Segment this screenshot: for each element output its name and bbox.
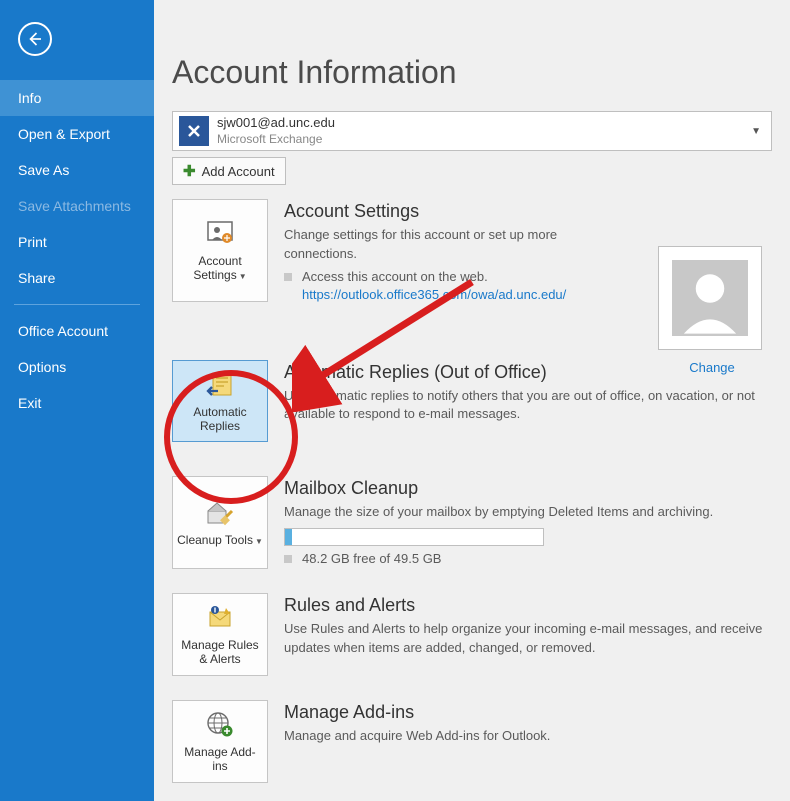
add-account-button[interactable]: ✚ Add Account xyxy=(172,157,286,185)
sidebar-divider xyxy=(14,304,140,305)
plus-icon: ✚ xyxy=(183,162,196,180)
sidebar-item-office-account[interactable]: Office Account xyxy=(0,313,154,349)
back-arrow-icon xyxy=(26,30,44,48)
automatic-replies-tile[interactable]: Automatic Replies xyxy=(172,360,268,443)
add-account-label: Add Account xyxy=(202,164,275,179)
addins-icon xyxy=(204,709,236,741)
account-settings-icon xyxy=(204,218,236,250)
automatic-replies-tile-label: Automatic Replies xyxy=(177,405,263,434)
manage-rules-tile-label: Manage Rules & Alerts xyxy=(177,638,263,667)
exchange-icon xyxy=(179,116,209,146)
cleanup-tools-tile[interactable]: Cleanup Tools▼ xyxy=(172,476,268,569)
sidebar-item-info[interactable]: Info xyxy=(0,80,154,116)
mailbox-quota-text: 48.2 GB free of 49.5 GB xyxy=(302,550,441,569)
rules-alerts-icon xyxy=(204,602,236,634)
account-settings-title: Account Settings xyxy=(284,201,594,222)
chevron-down-icon: ▼ xyxy=(239,272,247,282)
automatic-replies-icon xyxy=(204,369,236,401)
bullet-icon xyxy=(284,555,292,563)
cleanup-tools-tile-label: Cleanup Tools xyxy=(177,533,253,547)
cleanup-tools-icon xyxy=(204,497,236,529)
sidebar-item-options[interactable]: Options xyxy=(0,349,154,385)
mailbox-quota-fill xyxy=(285,529,292,545)
mailbox-quota-bar xyxy=(284,528,544,546)
manage-addins-tile-label: Manage Add-ins xyxy=(177,745,263,774)
page-title: Account Information xyxy=(172,0,772,111)
account-selector[interactable]: sjw001@ad.unc.edu Microsoft Exchange ▼ xyxy=(172,111,772,151)
manage-addins-tile[interactable]: Manage Add-ins xyxy=(172,700,268,783)
mailbox-cleanup-title: Mailbox Cleanup xyxy=(284,478,772,499)
owa-link[interactable]: https://outlook.office365.com/owa/ad.unc… xyxy=(302,287,566,302)
chevron-down-icon: ▼ xyxy=(751,126,761,137)
automatic-replies-desc: Use automatic replies to notify others t… xyxy=(284,387,772,425)
sidebar-item-exit[interactable]: Exit xyxy=(0,385,154,421)
account-settings-tile-label: Account Settings xyxy=(193,254,241,282)
manage-addins-desc: Manage and acquire Web Add-ins for Outlo… xyxy=(284,727,772,746)
manage-addins-title: Manage Add-ins xyxy=(284,702,772,723)
sidebar-item-print[interactable]: Print xyxy=(0,224,154,260)
sidebar-item-share[interactable]: Share xyxy=(0,260,154,296)
account-settings-desc: Change settings for this account or set … xyxy=(284,226,594,264)
file-sidebar: Info Open & Export Save As Save Attachme… xyxy=(0,0,154,801)
profile-avatar xyxy=(658,246,762,350)
owa-access-text: Access this account on the web. xyxy=(302,268,566,287)
person-icon xyxy=(672,260,748,336)
account-email: sjw001@ad.unc.edu xyxy=(217,115,751,131)
manage-rules-tile[interactable]: Manage Rules & Alerts xyxy=(172,593,268,676)
account-type: Microsoft Exchange xyxy=(217,132,751,147)
account-settings-tile[interactable]: Account Settings▼ xyxy=(172,199,268,302)
bullet-icon xyxy=(284,273,292,281)
sidebar-item-open-export[interactable]: Open & Export xyxy=(0,116,154,152)
mailbox-cleanup-desc: Manage the size of your mailbox by empty… xyxy=(284,503,772,522)
change-photo-link[interactable]: Change xyxy=(689,360,735,375)
sidebar-item-save-attachments: Save Attachments xyxy=(0,188,154,224)
chevron-down-icon: ▼ xyxy=(255,537,263,547)
rules-alerts-title: Rules and Alerts xyxy=(284,595,772,616)
back-button[interactable] xyxy=(18,22,52,56)
rules-alerts-desc: Use Rules and Alerts to help organize yo… xyxy=(284,620,772,658)
sidebar-item-save-as[interactable]: Save As xyxy=(0,152,154,188)
